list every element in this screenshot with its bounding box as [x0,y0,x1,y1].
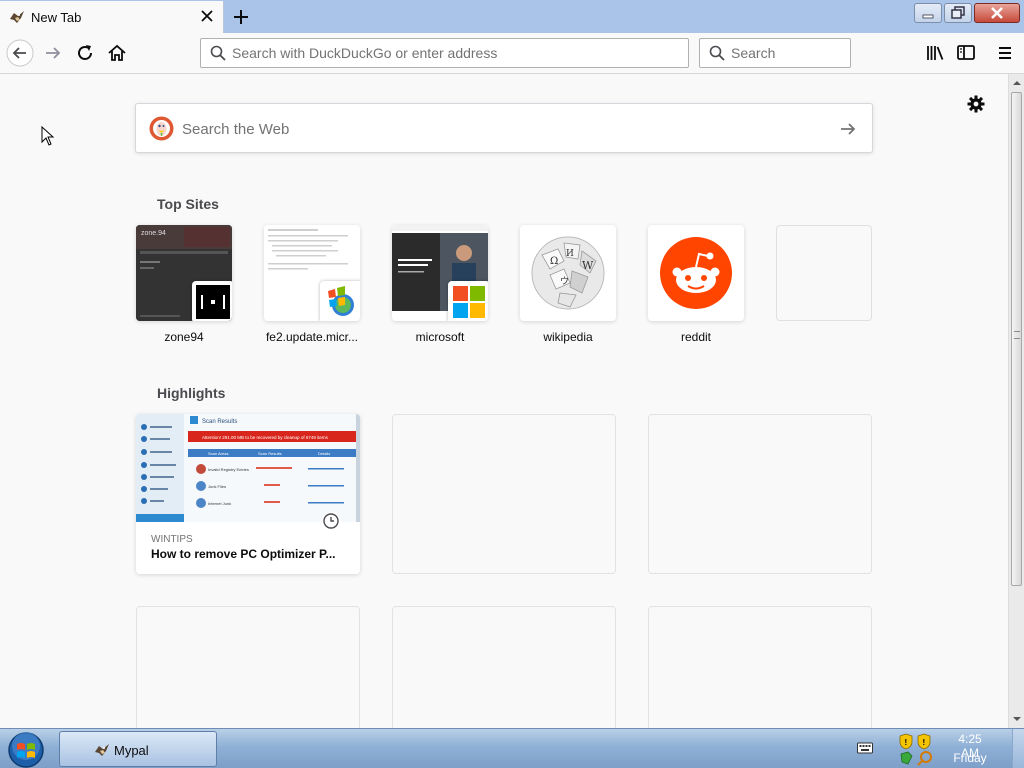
minimize-icon[interactable] [914,3,942,23]
highlight-placeholder [648,414,872,574]
duckduckgo-logo [149,116,174,141]
top-site-label: reddit [680,330,712,344]
preview-header: Scan Results [202,419,237,425]
top-site-tile[interactable]: fe2.update.micr... [264,225,360,344]
highlight-card[interactable]: Scan Results Attention! 291.00 MB to be … [136,414,360,574]
top-site-label: fe2.update.micr... [265,330,359,344]
scroll-up-arrow-icon[interactable] [1012,78,1022,88]
top-site-tile[interactable]: microsoft [392,225,488,344]
svg-text:!: ! [905,738,908,747]
preview-column: Scan Results [258,451,282,456]
mypal-icon [10,11,24,23]
tab-new-tab[interactable]: New Tab [0,1,224,34]
top-site-thumbnail [392,225,488,321]
highlight-placeholder [136,606,360,728]
empty-tile [776,225,872,321]
top-sites-heading: Top Sites [157,196,219,212]
windows-taskbar: Mypal ! ! 4:25 AM Friday [0,728,1024,768]
microsoft-logo [448,281,488,321]
sidebar-icon[interactable] [953,40,979,66]
highlight-placeholder [392,414,616,574]
highlight-source: WINTIPS [151,534,193,545]
web-search-box[interactable] [135,103,873,153]
keyboard-icon[interactable] [857,741,873,755]
top-site-tile[interactable]: reddit [648,225,744,344]
url-bar[interactable] [200,38,689,68]
highlight-placeholder [648,606,872,728]
hamburger-menu-icon[interactable] [992,40,1018,66]
scrollbar-thumb[interactable] [1011,92,1022,586]
search-input[interactable] [731,44,841,62]
preview-row: Junk Files [208,484,226,489]
search-icon [210,45,226,61]
top-site-tile[interactable]: Ω И W ウ wikipedia [520,225,616,344]
search-bar[interactable] [699,38,851,68]
tab-title: New Tab [31,10,82,25]
svg-text:W: W [582,259,594,272]
vertical-scrollbar[interactable] [1008,74,1024,728]
highlight-placeholder [392,606,616,728]
window-controls [914,3,1024,25]
highlight-preview-image: Scan Results Attention! 291.00 MB to be … [136,414,360,522]
close-icon[interactable] [198,7,216,25]
show-desktop-button[interactable] [1012,729,1024,768]
home-icon[interactable] [104,40,130,66]
preview-alert: Attention! 291.00 MB to be recovered by … [202,435,329,440]
svg-text:!: ! [923,738,926,747]
new-tab-page: Top Sites zone.94 zone94 [0,74,1008,728]
svg-text:zone.94: zone.94 [141,230,166,237]
url-input[interactable] [232,44,672,62]
svg-text:И: И [566,249,574,259]
preview-row: Internet Junk [208,501,231,506]
windows-update-icon [320,281,360,321]
tab-strip: New Tab [0,0,1024,34]
clock-icon [322,512,340,530]
svg-text:Ω: Ω [550,256,558,267]
windows-start-orb[interactable] [6,731,46,768]
taskbar-clock-day[interactable]: Friday [948,751,992,765]
forward-arrow-icon[interactable] [40,40,66,66]
preview-row: Invalid Registry Entries [208,467,249,472]
library-icon[interactable] [922,40,948,66]
search-icon [709,45,725,61]
taskbar-item-mypal[interactable]: Mypal [59,731,217,767]
svg-text:ウ: ウ [560,276,569,287]
reddit-logo [648,225,744,321]
web-search-input[interactable] [182,120,822,138]
top-site-label: zone94 [164,330,204,344]
mypal-icon [95,744,109,756]
preview-column: Details [318,451,330,456]
preview-column: Scan Areas [208,451,228,456]
top-site-tile[interactable]: zone.94 zone94 [136,225,232,344]
top-site-label: microsoft [415,330,465,344]
scroll-down-arrow-icon[interactable] [1012,714,1022,724]
highlights-heading: Highlights [157,385,226,401]
scrollbar-grip [1014,331,1020,339]
plus-icon[interactable] [229,5,253,29]
gear-icon[interactable] [966,94,986,114]
taskbar-item-label: Mypal [114,743,149,758]
security-shield-icon[interactable]: ! ! [898,732,938,766]
wikipedia-globe-logo: Ω И W ウ [520,225,616,321]
arrow-right-icon[interactable] [838,119,858,139]
top-site-thumbnail [264,225,360,321]
restore-icon[interactable] [944,3,972,23]
top-site-label: wikipedia [543,330,593,344]
top-site-placeholder [776,225,872,321]
zone94-icon [192,281,232,321]
highlight-title: How to remove PC Optimizer P... [151,547,336,561]
back-arrow-icon[interactable] [6,39,34,67]
top-site-thumbnail: zone.94 [136,225,232,321]
navigation-toolbar [0,33,1024,74]
mouse-cursor-icon [41,126,55,146]
window-close-icon[interactable] [974,3,1020,23]
reload-icon[interactable] [72,40,98,66]
